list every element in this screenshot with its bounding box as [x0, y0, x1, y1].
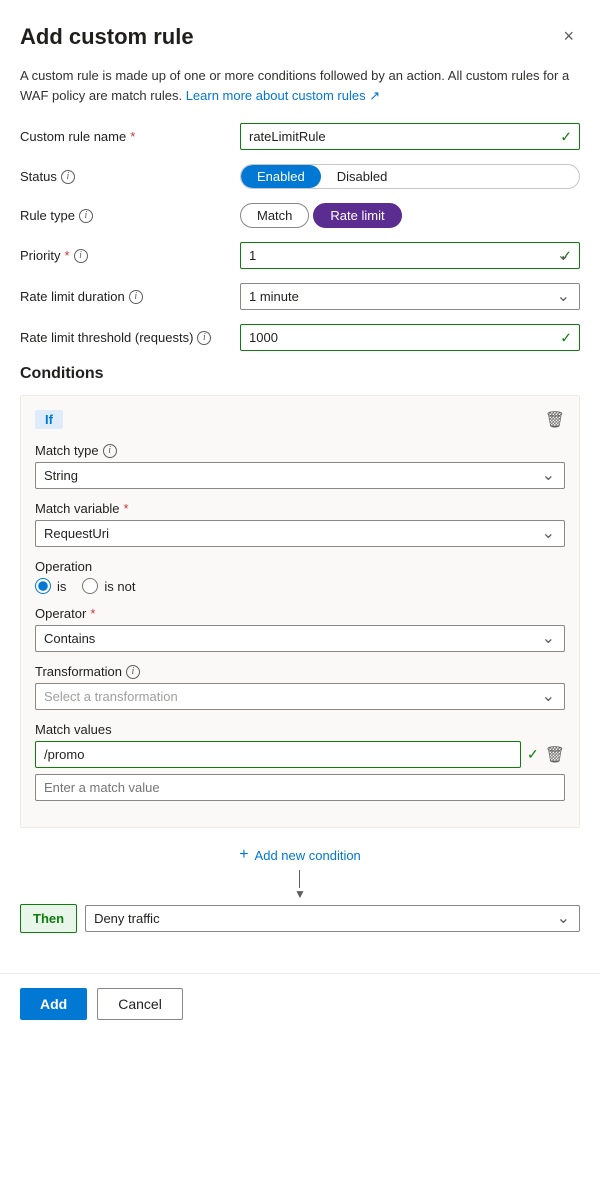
- operation-radio-group: is is not: [35, 578, 565, 594]
- add-button[interactable]: Add: [20, 988, 87, 1020]
- rate-limit-duration-info-icon[interactable]: i: [129, 290, 143, 304]
- add-condition-button[interactable]: + Add new condition: [20, 840, 580, 870]
- operator-required: *: [90, 606, 95, 621]
- operator-row: Operator * Contains: [35, 606, 565, 652]
- transformation-control: Select a transformation: [35, 683, 565, 710]
- operator-label: Operator *: [35, 606, 565, 621]
- learn-more-link[interactable]: Learn more about custom rules ↗: [186, 88, 380, 103]
- priority-required: *: [64, 248, 69, 263]
- match-type-row: Match type i String: [35, 443, 565, 489]
- rule-type-row: Rule type i Match Rate limit: [20, 203, 580, 228]
- rate-limit-threshold-label: Rate limit threshold (requests) i: [20, 330, 240, 345]
- operation-label: Operation: [35, 559, 565, 574]
- rate-limit-threshold-row: Rate limit threshold (requests) i ✓: [20, 324, 580, 351]
- match-value-delete-icon[interactable]: 🗑: [545, 745, 565, 765]
- match-values-label: Match values: [35, 722, 565, 737]
- operation-row: Operation is is not: [35, 559, 565, 594]
- then-action-control: Deny traffic: [85, 905, 580, 932]
- match-value-check-icon: ✓: [527, 746, 539, 763]
- match-value-1-row: ✓ 🗑: [35, 741, 565, 768]
- required-indicator: *: [130, 129, 135, 144]
- status-info-icon[interactable]: i: [61, 170, 75, 184]
- rule-type-group: Match Rate limit: [240, 203, 580, 228]
- if-badge: If: [35, 410, 63, 429]
- then-action-select[interactable]: Deny traffic: [85, 905, 580, 932]
- match-type-control: String: [35, 462, 565, 489]
- status-label: Status i: [20, 169, 240, 184]
- transformation-label: Transformation i: [35, 664, 565, 679]
- then-badge: Then: [20, 904, 77, 933]
- match-value-1-input[interactable]: [35, 741, 521, 768]
- rate-limit-duration-label: Rate limit duration i: [20, 289, 240, 304]
- rate-limit-threshold-info-icon[interactable]: i: [197, 331, 211, 345]
- rate-limit-duration-select[interactable]: 1 minute: [240, 283, 580, 310]
- rate-limit-threshold-control: ✓: [240, 324, 580, 351]
- conditions-section: Conditions If 🗑 Match type i String: [20, 365, 580, 933]
- priority-input[interactable]: [240, 242, 580, 269]
- external-link-icon: ↗: [369, 88, 380, 103]
- arrow-tip-icon: ▼: [294, 888, 306, 900]
- panel-header: Add custom rule ×: [20, 24, 580, 50]
- custom-rule-name-row: Custom rule name * ✓: [20, 123, 580, 150]
- footer: Add Cancel: [0, 973, 600, 1034]
- match-variable-row: Match variable * RequestUri: [35, 501, 565, 547]
- rate-limit-threshold-input[interactable]: [240, 324, 580, 351]
- match-type-label: Match type i: [35, 443, 565, 458]
- operator-select[interactable]: Contains: [35, 625, 565, 652]
- status-control: Enabled Disabled: [240, 164, 580, 189]
- match-value-empty-input[interactable]: [35, 774, 565, 801]
- operation-is-label[interactable]: is: [35, 578, 66, 594]
- arrow-down: ▼: [294, 870, 306, 900]
- match-variable-control: RequestUri: [35, 520, 565, 547]
- match-variable-required: *: [124, 501, 129, 516]
- add-condition-area: + Add new condition ▼: [20, 840, 580, 904]
- priority-check-icon: ✓: [560, 247, 572, 264]
- status-row: Status i Enabled Disabled: [20, 164, 580, 189]
- custom-rule-name-input[interactable]: [240, 123, 580, 150]
- status-disabled-button[interactable]: Disabled: [321, 165, 404, 188]
- priority-row: Priority * i ✓: [20, 242, 580, 269]
- conditions-title: Conditions: [20, 365, 580, 383]
- transformation-select[interactable]: Select a transformation: [35, 683, 565, 710]
- close-button[interactable]: ×: [557, 24, 580, 49]
- rate-limit-duration-control: 1 minute: [240, 283, 580, 310]
- rule-type-ratelimit-button[interactable]: Rate limit: [313, 203, 401, 228]
- valid-check-icon: ✓: [560, 128, 572, 145]
- cancel-button[interactable]: Cancel: [97, 988, 183, 1020]
- match-variable-select[interactable]: RequestUri: [35, 520, 565, 547]
- priority-info-icon[interactable]: i: [74, 249, 88, 263]
- operation-isnot-radio[interactable]: [82, 578, 98, 594]
- match-type-info-icon[interactable]: i: [103, 444, 117, 458]
- description-text: A custom rule is made up of one or more …: [20, 66, 580, 105]
- rule-type-label: Rule type i: [20, 208, 240, 223]
- delete-condition-icon[interactable]: 🗑: [545, 410, 565, 430]
- operator-control: Contains: [35, 625, 565, 652]
- match-variable-label: Match variable *: [35, 501, 565, 516]
- plus-icon: +: [239, 846, 248, 864]
- status-enabled-button[interactable]: Enabled: [241, 165, 321, 188]
- rate-limit-duration-row: Rate limit duration i 1 minute: [20, 283, 580, 310]
- match-value-empty-row: [35, 774, 565, 801]
- transformation-row: Transformation i Select a transformation: [35, 664, 565, 710]
- then-row: Then Deny traffic: [20, 904, 580, 933]
- operation-isnot-label[interactable]: is not: [82, 578, 135, 594]
- match-values-row: Match values ✓ 🗑: [35, 722, 565, 801]
- custom-rule-name-control: ✓: [240, 123, 580, 150]
- priority-label: Priority * i: [20, 248, 240, 263]
- transformation-info-icon[interactable]: i: [126, 665, 140, 679]
- status-toggle-group: Enabled Disabled: [240, 164, 580, 189]
- priority-control: ✓: [240, 242, 580, 269]
- custom-rule-name-label: Custom rule name *: [20, 129, 240, 144]
- threshold-check-icon: ✓: [560, 329, 572, 346]
- match-type-select[interactable]: String: [35, 462, 565, 489]
- operation-is-radio[interactable]: [35, 578, 51, 594]
- panel-title: Add custom rule: [20, 24, 194, 50]
- rule-type-control: Match Rate limit: [240, 203, 580, 228]
- rule-type-info-icon[interactable]: i: [79, 209, 93, 223]
- condition-card: If 🗑 Match type i String Match variable: [20, 395, 580, 828]
- rule-type-match-button[interactable]: Match: [240, 203, 309, 228]
